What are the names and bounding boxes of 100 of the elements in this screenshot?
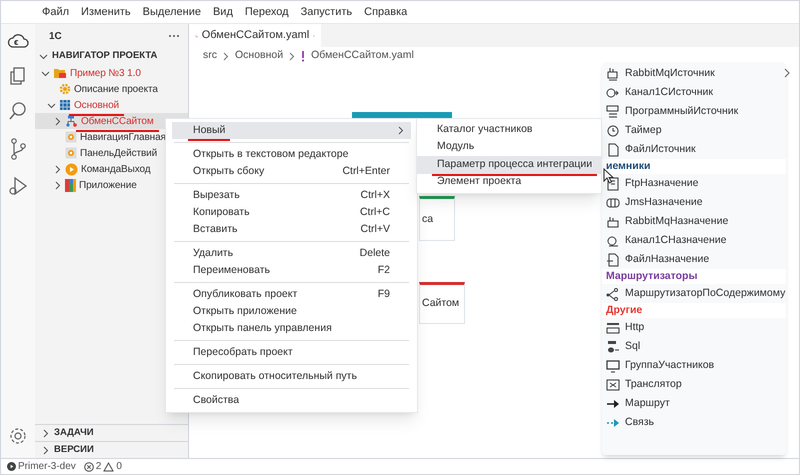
breadcrumb-item[interactable]: src [203,48,217,64]
diagram-node: Сайтом [419,282,465,324]
palette-group-header: иемники [602,159,786,174]
palette-item[interactable]: МаршрутизаторПоСодержимому [625,286,786,302]
more-icon[interactable] [168,34,180,38]
menu-item[interactable]: Переход [244,4,289,20]
palette-item[interactable]: Маршрут [625,396,670,412]
menu-item[interactable]: Запустить [300,4,352,20]
palette-item[interactable]: Связь [625,414,654,430]
diagram-node: са [419,196,455,241]
tree-item[interactable]: Описание проекта [35,81,188,97]
warning-count[interactable]: 0 [116,459,122,474]
component-icon [606,66,620,80]
palette-item[interactable]: ФайлИсточник [625,142,696,158]
component-icon [606,176,620,190]
warning-icon [103,462,114,472]
search-icon[interactable] [9,102,27,122]
menu-item[interactable]: Открыть приложение [172,303,411,320]
menu-item[interactable]: Пересобрать проект [172,344,411,361]
menu-item[interactable]: Параметр процесса интеграции [417,156,601,174]
component-icon [606,234,620,248]
component-icon [606,252,620,266]
gear-icon [59,83,71,95]
chevron-right-icon[interactable] [41,428,50,438]
flow-icon [65,115,78,127]
error-icon [84,462,94,472]
menu-item[interactable]: Скопировать относительный путь [172,368,411,385]
menu-item[interactable]: Переименовать F2 [172,262,411,279]
component-icon [606,104,620,118]
status-project[interactable]: Primer-3-dev [18,459,76,474]
menu-item[interactable]: Опубликовать проект F9 [172,286,411,303]
chevron-down-icon[interactable] [41,68,50,78]
component-icon [606,358,620,372]
palette-item[interactable]: ПрограммныйИсточник [625,104,738,120]
branch-icon[interactable] [9,138,27,160]
palette-item[interactable]: FtpНазначение [625,176,699,192]
palette-item[interactable]: RabbitMqНазначение [625,214,728,230]
chevron-right-icon [289,52,296,60]
section-header[interactable]: ЗАДАЧИ [54,426,94,440]
breadcrumb-item[interactable]: ОбменССайтом.yaml [311,48,414,64]
breadcrumb-item[interactable]: Основной [235,48,284,64]
component-icon [606,320,620,334]
menu-item[interactable]: Элемент проекта [417,174,601,191]
chevron-right-icon[interactable] [41,446,50,454]
palette-item[interactable]: ФайлНазначение [625,252,710,268]
chevron-right-icon [223,52,229,60]
palette-item[interactable]: JmsНазначение [625,194,703,210]
menu-item[interactable]: Каталог участников [417,121,601,138]
chevron-right-icon[interactable] [53,180,62,190]
page-icon [65,147,77,159]
component-icon [606,124,620,138]
exclamation-icon [301,50,306,62]
palette-item[interactable]: Таймер [625,122,662,138]
files-icon[interactable] [9,66,27,86]
menu-item[interactable]: Удалить Delete [172,245,411,262]
menu-item[interactable]: Открыть панель управления [172,320,411,337]
component-icon [606,340,620,354]
section-header[interactable]: ВЕРСИИ [54,442,94,458]
palette-item[interactable]: ГруппаУчастников [625,358,714,374]
component-icon [606,196,620,210]
play-icon [7,462,16,471]
palette-item[interactable]: Транслятор [625,376,682,392]
error-count[interactable]: 2 [96,459,102,474]
tree-item[interactable]: Пример №3 1.0 [35,65,188,81]
palette-group-header: Маршрутизаторы [602,269,786,284]
section-header[interactable]: НАВИГАТОР ПРОЕКТА [52,49,158,64]
palette-group-header: Другие [602,303,786,318]
cloud-icon[interactable] [7,32,29,50]
menu-item[interactable]: Файл [42,4,70,20]
menu-item[interactable]: Модуль [417,138,601,156]
palette-item[interactable]: RabbitMqИсточник [625,66,715,82]
menu-item[interactable]: Копировать Ctrl+C [172,204,411,221]
component-icon [606,214,620,228]
folder-icon [53,67,67,79]
menu-item[interactable]: Выделение [142,4,201,20]
palette-item[interactable]: Канал1СНазначение [625,232,726,248]
palette-item[interactable]: Sql [625,338,640,354]
grid-icon [59,99,71,111]
chevron-down-icon[interactable] [47,100,56,110]
app-icon [65,178,76,192]
menu-item[interactable]: Вид [212,4,233,20]
component-icon [606,378,620,392]
palette-item[interactable]: Http [625,320,644,336]
component-icon [606,286,620,300]
menu-item[interactable]: Вставить Ctrl+V [172,221,411,238]
editor-tab[interactable]: ОбменССайтом.yaml [189,24,321,47]
chevron-right-icon[interactable] [784,68,790,78]
menu-item[interactable]: Свойства [172,392,411,409]
menu-item[interactable]: Изменить [81,4,131,20]
menu-item[interactable]: Справка [364,4,408,20]
run-debug-icon[interactable] [8,176,28,196]
palette-item[interactable]: Канал1СИсточник [625,84,713,100]
component-icon [606,86,620,100]
chevron-right-icon[interactable] [53,116,62,126]
chevron-right-icon[interactable] [53,164,62,174]
chevron-down-icon[interactable] [39,52,48,61]
settings-icon[interactable] [8,426,28,446]
page-icon [65,131,77,143]
menu-item[interactable]: Новый [172,122,411,139]
sidebar-title: 1С [49,30,62,44]
